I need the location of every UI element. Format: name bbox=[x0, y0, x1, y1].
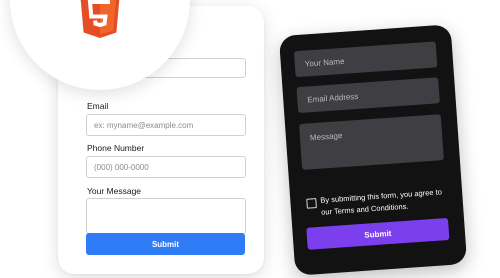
dark-name-field[interactable]: Your Name bbox=[293, 41, 438, 78]
terms-consent-text: By submitting this form, you agree to ou… bbox=[320, 187, 443, 217]
message-textarea[interactable] bbox=[86, 198, 246, 234]
message-label: Your Message bbox=[87, 186, 142, 196]
terms-checkbox[interactable] bbox=[306, 198, 317, 209]
phone-label: Phone Number bbox=[87, 143, 145, 153]
dark-contact-form: Your Name Email Address Message By submi… bbox=[278, 24, 468, 276]
dark-name-placeholder: Your Name bbox=[304, 56, 345, 69]
email-field[interactable]: ex: myname@example.com bbox=[86, 114, 246, 136]
phone-field[interactable]: (000) 000-0000 bbox=[86, 156, 246, 178]
dark-message-textarea[interactable]: Message bbox=[299, 114, 444, 170]
dark-message-placeholder: Message bbox=[309, 131, 343, 143]
dark-email-field[interactable]: Email Address bbox=[296, 77, 440, 114]
submit-button[interactable]: Submit bbox=[86, 233, 245, 255]
email-label: Email bbox=[87, 101, 109, 111]
html5-icon bbox=[80, 0, 120, 38]
dark-email-placeholder: Email Address bbox=[307, 91, 359, 104]
email-placeholder: ex: myname@example.com bbox=[94, 120, 194, 130]
phone-placeholder: (000) 000-0000 bbox=[94, 162, 149, 172]
dark-submit-button[interactable]: Submit bbox=[306, 217, 450, 250]
